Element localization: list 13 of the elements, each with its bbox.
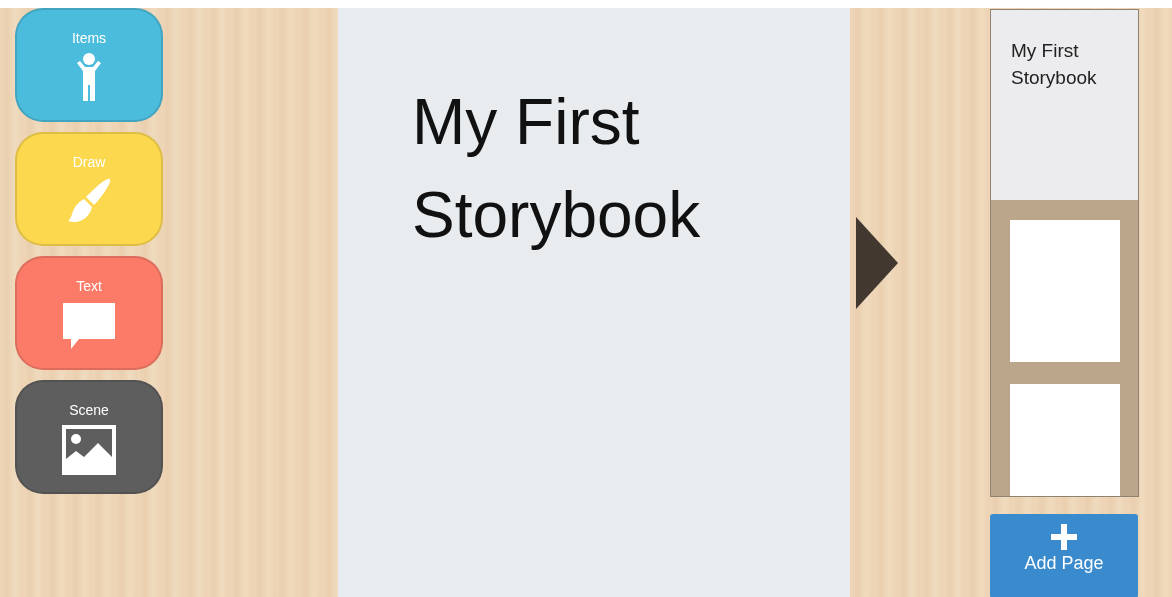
page-thumbnail[interactable]: My First Storybook bbox=[991, 10, 1138, 200]
page-thumbnail[interactable] bbox=[1009, 220, 1120, 362]
image-icon bbox=[62, 425, 116, 475]
tool-button[interactable]: Scene bbox=[15, 380, 163, 494]
story-title: My First Storybook bbox=[412, 85, 702, 253]
add-page-button[interactable]: Add Page bbox=[990, 514, 1138, 597]
tool-button[interactable]: Text bbox=[15, 256, 163, 370]
page-thumbnail[interactable] bbox=[1009, 384, 1120, 496]
child-icon bbox=[76, 53, 102, 101]
tool-button[interactable]: Items bbox=[15, 8, 163, 122]
plus-icon bbox=[1051, 524, 1077, 550]
speech-bubble-icon bbox=[61, 301, 117, 351]
next-arrow-icon[interactable] bbox=[856, 216, 898, 309]
